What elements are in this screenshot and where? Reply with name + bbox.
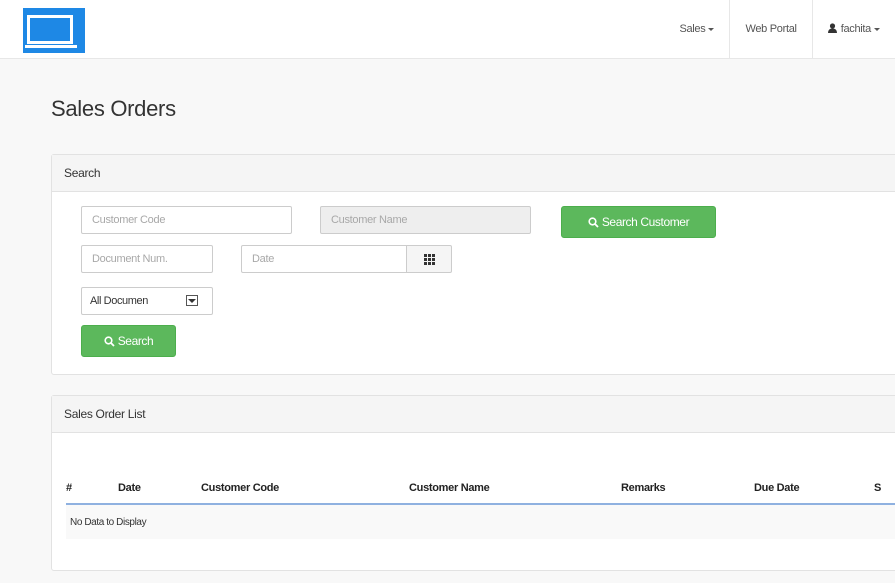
table-row: No Data to Display — [66, 504, 895, 539]
search-panel: Search Search Customer All Documen Searc… — [51, 154, 895, 375]
page-title: Sales Orders — [51, 96, 176, 121]
column-header-customer-name[interactable]: Customer Name — [409, 473, 621, 505]
column-header-date[interactable]: Date — [118, 473, 201, 505]
search-customer-label: Search Customer — [601, 215, 690, 229]
nav-sales-label: Sales — [679, 23, 706, 35]
sales-order-list-panel: Sales Order List # Date Customer Code Cu… — [51, 395, 895, 571]
navbar-menu: Sales Web Portal fachita — [664, 0, 895, 58]
document-filter-value: All Documen — [90, 295, 148, 307]
table-header-row: # Date Customer Code Customer Name Remar… — [66, 473, 895, 505]
nav-web-portal-link[interactable]: Web Portal — [729, 0, 811, 58]
column-header-customer-code[interactable]: Customer Code — [201, 473, 409, 505]
search-panel-heading: Search — [52, 155, 895, 192]
search-button[interactable]: Search — [81, 325, 176, 357]
column-header-remarks[interactable]: Remarks — [621, 473, 754, 505]
search-button-label: Search — [117, 334, 154, 348]
search-customer-button[interactable]: Search Customer — [561, 206, 716, 238]
search-icon — [588, 216, 599, 228]
document-number-input[interactable] — [81, 245, 213, 273]
calendar-grid-icon — [423, 253, 435, 265]
customer-code-input[interactable] — [81, 206, 292, 234]
date-picker-button[interactable] — [407, 245, 452, 273]
sales-order-list-heading: Sales Order List — [52, 396, 895, 433]
column-header-number[interactable]: # — [66, 473, 118, 505]
column-header-status[interactable]: S — [874, 473, 895, 505]
nav-user-label: fachita — [840, 23, 872, 35]
caret-down-icon — [708, 27, 715, 31]
empty-table-message: No Data to Display — [66, 504, 895, 539]
document-filter-select[interactable]: All Documen — [81, 287, 213, 315]
app-logo-icon[interactable] — [23, 8, 85, 53]
search-icon — [104, 335, 115, 347]
chevron-down-icon — [186, 295, 198, 306]
caret-down-icon — [874, 27, 880, 31]
sales-orders-table: # Date Customer Code Customer Name Remar… — [66, 473, 895, 539]
nav-user-dropdown[interactable]: fachita — [811, 0, 895, 58]
user-icon — [827, 22, 837, 36]
date-input[interactable] — [241, 245, 407, 273]
nav-sales-dropdown[interactable]: Sales — [664, 0, 729, 58]
nav-web-portal-label: Web Portal — [745, 23, 797, 35]
customer-name-input — [320, 206, 531, 234]
column-header-due-date[interactable]: Due Date — [754, 473, 874, 505]
top-navbar: Sales Web Portal fachita — [0, 0, 895, 59]
